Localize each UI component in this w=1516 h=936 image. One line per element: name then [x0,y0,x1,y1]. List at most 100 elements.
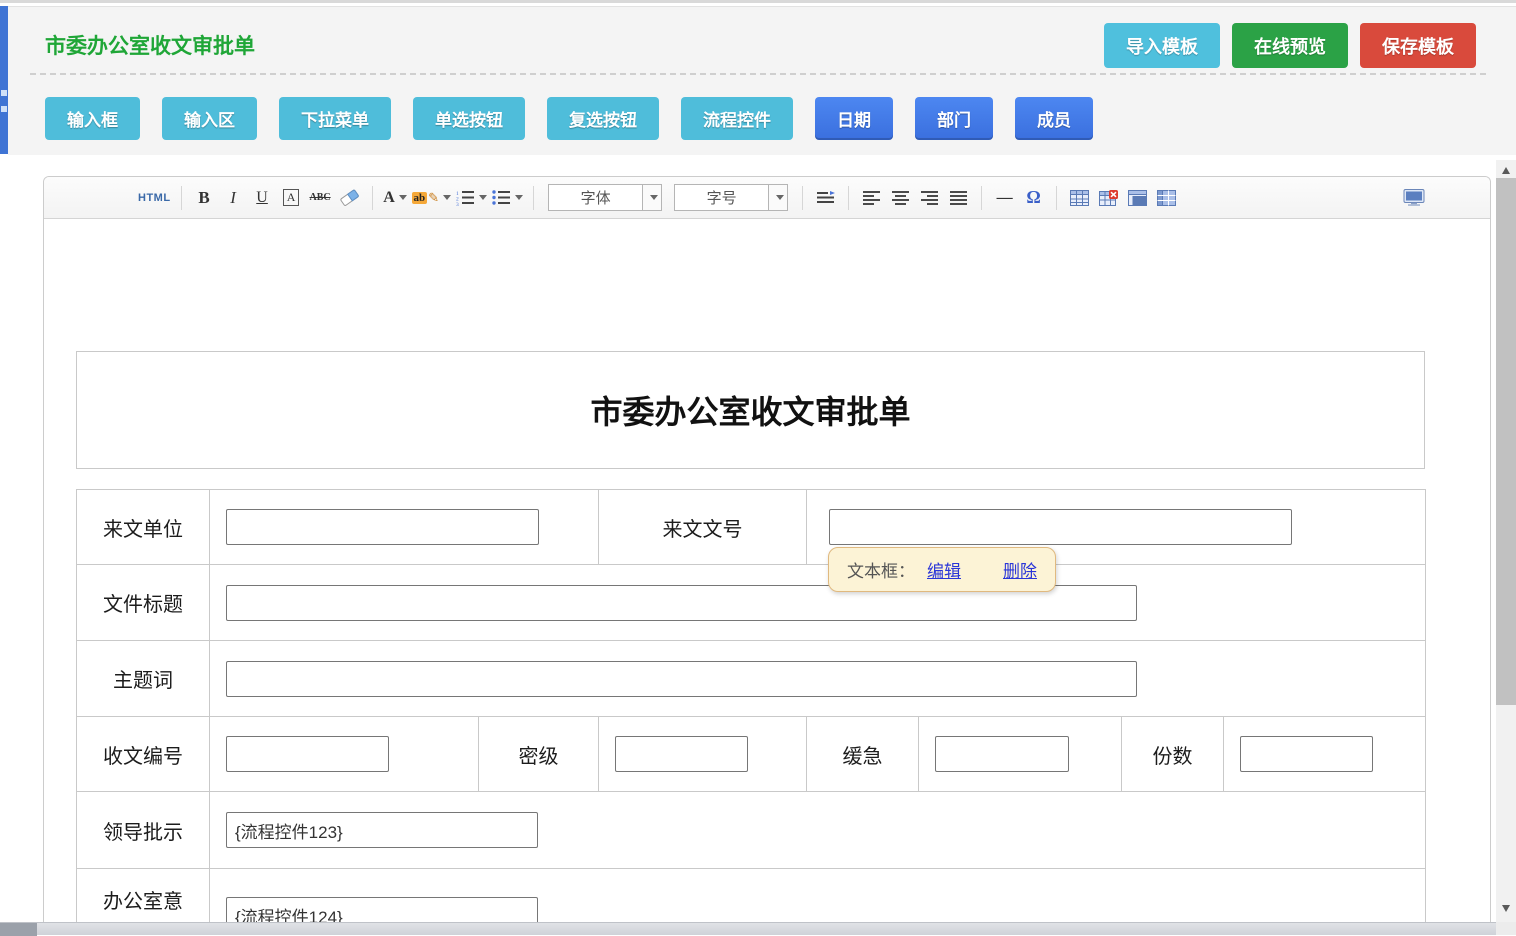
special-char-button[interactable]: Ω [1021,184,1046,212]
toolbar-separator [848,186,849,210]
editable-document[interactable]: 市委办公室收文审批单 来文单位 来文文号 文件标题 主题词 收文 [44,219,1490,922]
table-row: 文件标题 [77,565,1426,641]
table-row: 主题词 [77,641,1426,717]
receipt-number-input[interactable] [226,736,389,772]
form-title: 市委办公室收文审批单 [590,387,910,433]
field-label: 收文编号 [77,717,210,792]
preview-fullscreen-button[interactable] [1401,184,1426,212]
font-color-button[interactable]: A [383,184,408,212]
save-template-button[interactable]: 保存模板 [1360,23,1476,68]
delete-link[interactable]: 删除 [1003,557,1037,582]
table-grid-icon [1157,190,1176,206]
unordered-list-icon [491,190,511,206]
vertical-scrollbar[interactable] [1496,160,1516,922]
table-row: 领导批示 [77,792,1426,869]
italic-button[interactable]: I [221,184,246,212]
rich-text-editor: HTML B I U A ABC A ab ✎ 1 [43,176,1491,922]
combo-arrow[interactable] [642,185,661,210]
scrollbar-corner [1496,922,1516,935]
toolbar-separator [802,186,803,210]
align-justify-button[interactable] [946,184,971,212]
insert-radio-button[interactable]: 单选按钮 [413,97,525,140]
font-size-select[interactable]: 字号 [674,184,788,211]
font-color-a-icon: A [383,189,395,207]
align-center-icon [892,191,909,205]
combo-arrow[interactable] [768,185,787,210]
align-right-button[interactable] [917,184,942,212]
field-label: 密级 [479,717,599,792]
scroll-down-arrow-icon[interactable] [1502,905,1510,912]
highlight-color-button[interactable]: ab ✎ [412,184,452,212]
font-size-value: 字号 [675,185,768,210]
subject-words-input[interactable] [226,661,1137,697]
leader-instructions-input[interactable] [226,812,538,848]
remove-format-button[interactable] [337,184,362,212]
insert-input-box-button[interactable]: 输入框 [45,97,140,140]
char-border-button[interactable]: A [279,184,304,212]
insert-textarea-button[interactable]: 输入区 [162,97,257,140]
strip-mark [1,106,7,112]
table-grid-button[interactable] [1154,184,1179,212]
align-left-button[interactable] [859,184,884,212]
delete-table-icon [1099,190,1118,206]
insert-member-button[interactable]: 成员 [1015,97,1093,140]
delete-table-button[interactable] [1096,184,1121,212]
underline-button[interactable]: U [250,184,275,212]
table-row: 来文单位 来文文号 [77,490,1426,565]
urgency-input[interactable] [935,736,1069,772]
field-label: 份数 [1122,717,1224,792]
indent-icon [817,191,835,205]
field-label: 办公室意 [77,869,210,923]
chevron-down-icon [515,195,523,200]
strikethrough-button[interactable]: ABC [308,184,333,212]
dashed-divider [30,73,1486,75]
align-center-button[interactable] [888,184,913,212]
field-label: 主题词 [77,641,210,717]
chevron-down-icon [650,195,658,200]
indent-button[interactable] [813,184,838,212]
table-row: 办公室意 [77,869,1426,923]
scroll-up-arrow-icon[interactable] [1502,167,1510,174]
insert-dropdown-button[interactable]: 下拉菜单 [279,97,391,140]
table-merge-button[interactable] [1125,184,1150,212]
copies-input[interactable] [1240,736,1373,772]
insert-flow-control-button[interactable]: 流程控件 [681,97,793,140]
window-top-edge [0,0,1516,3]
html-source-button[interactable]: HTML [138,184,171,212]
ordered-list-icon: 1 2 3 [455,190,475,206]
editor-toolbar: HTML B I U A ABC A ab ✎ 1 [44,177,1490,219]
insert-checkbox-button[interactable]: 复选按钮 [547,97,659,140]
textbox-context-tooltip: 文本框： 编辑 删除 [828,547,1056,592]
form-title-box: 市委办公室收文审批单 [76,351,1425,469]
insert-date-button[interactable]: 日期 [815,97,893,140]
widget-button-row: 输入框 输入区 下拉菜单 单选按钮 复选按钮 流程控件 日期 部门 成员 [45,97,1093,140]
field-label: 领导批示 [77,792,210,869]
incoming-unit-input[interactable] [226,509,539,545]
horizontal-scrollbar-thumb[interactable] [0,923,37,936]
chevron-down-icon [399,195,407,200]
toolbar-separator [1056,186,1057,210]
edit-link[interactable]: 编辑 [927,557,961,582]
office-opinion-input[interactable] [226,897,538,922]
secrecy-level-input[interactable] [615,736,748,772]
background-window-strip [0,6,8,154]
font-family-select[interactable]: 字体 [548,184,662,211]
align-left-icon [863,191,880,205]
header-panel: 市委办公室收文审批单 导入模板 在线预览 保存模板 输入框 输入区 下拉菜单 单… [8,6,1516,155]
ordered-list-button[interactable]: 1 2 3 [455,184,487,212]
align-justify-icon [950,191,967,205]
tooltip-label: 文本框： [847,557,915,582]
vertical-scrollbar-thumb[interactable] [1496,178,1516,705]
field-label: 来文单位 [77,490,210,565]
horizontal-rule-button[interactable]: — [992,184,1017,212]
insert-department-button[interactable]: 部门 [915,97,993,140]
incoming-doc-number-input[interactable] [829,509,1292,545]
online-preview-button[interactable]: 在线预览 [1232,23,1348,68]
import-template-button[interactable]: 导入模板 [1104,23,1220,68]
template-actions: 导入模板 在线预览 保存模板 [1104,23,1476,68]
unordered-list-button[interactable] [491,184,523,212]
form-table: 来文单位 来文文号 文件标题 主题词 收文编号 密级 缓急 份数 [76,489,1426,922]
bold-button[interactable]: B [192,184,217,212]
insert-table-button[interactable] [1067,184,1092,212]
horizontal-scrollbar[interactable] [0,922,1496,935]
